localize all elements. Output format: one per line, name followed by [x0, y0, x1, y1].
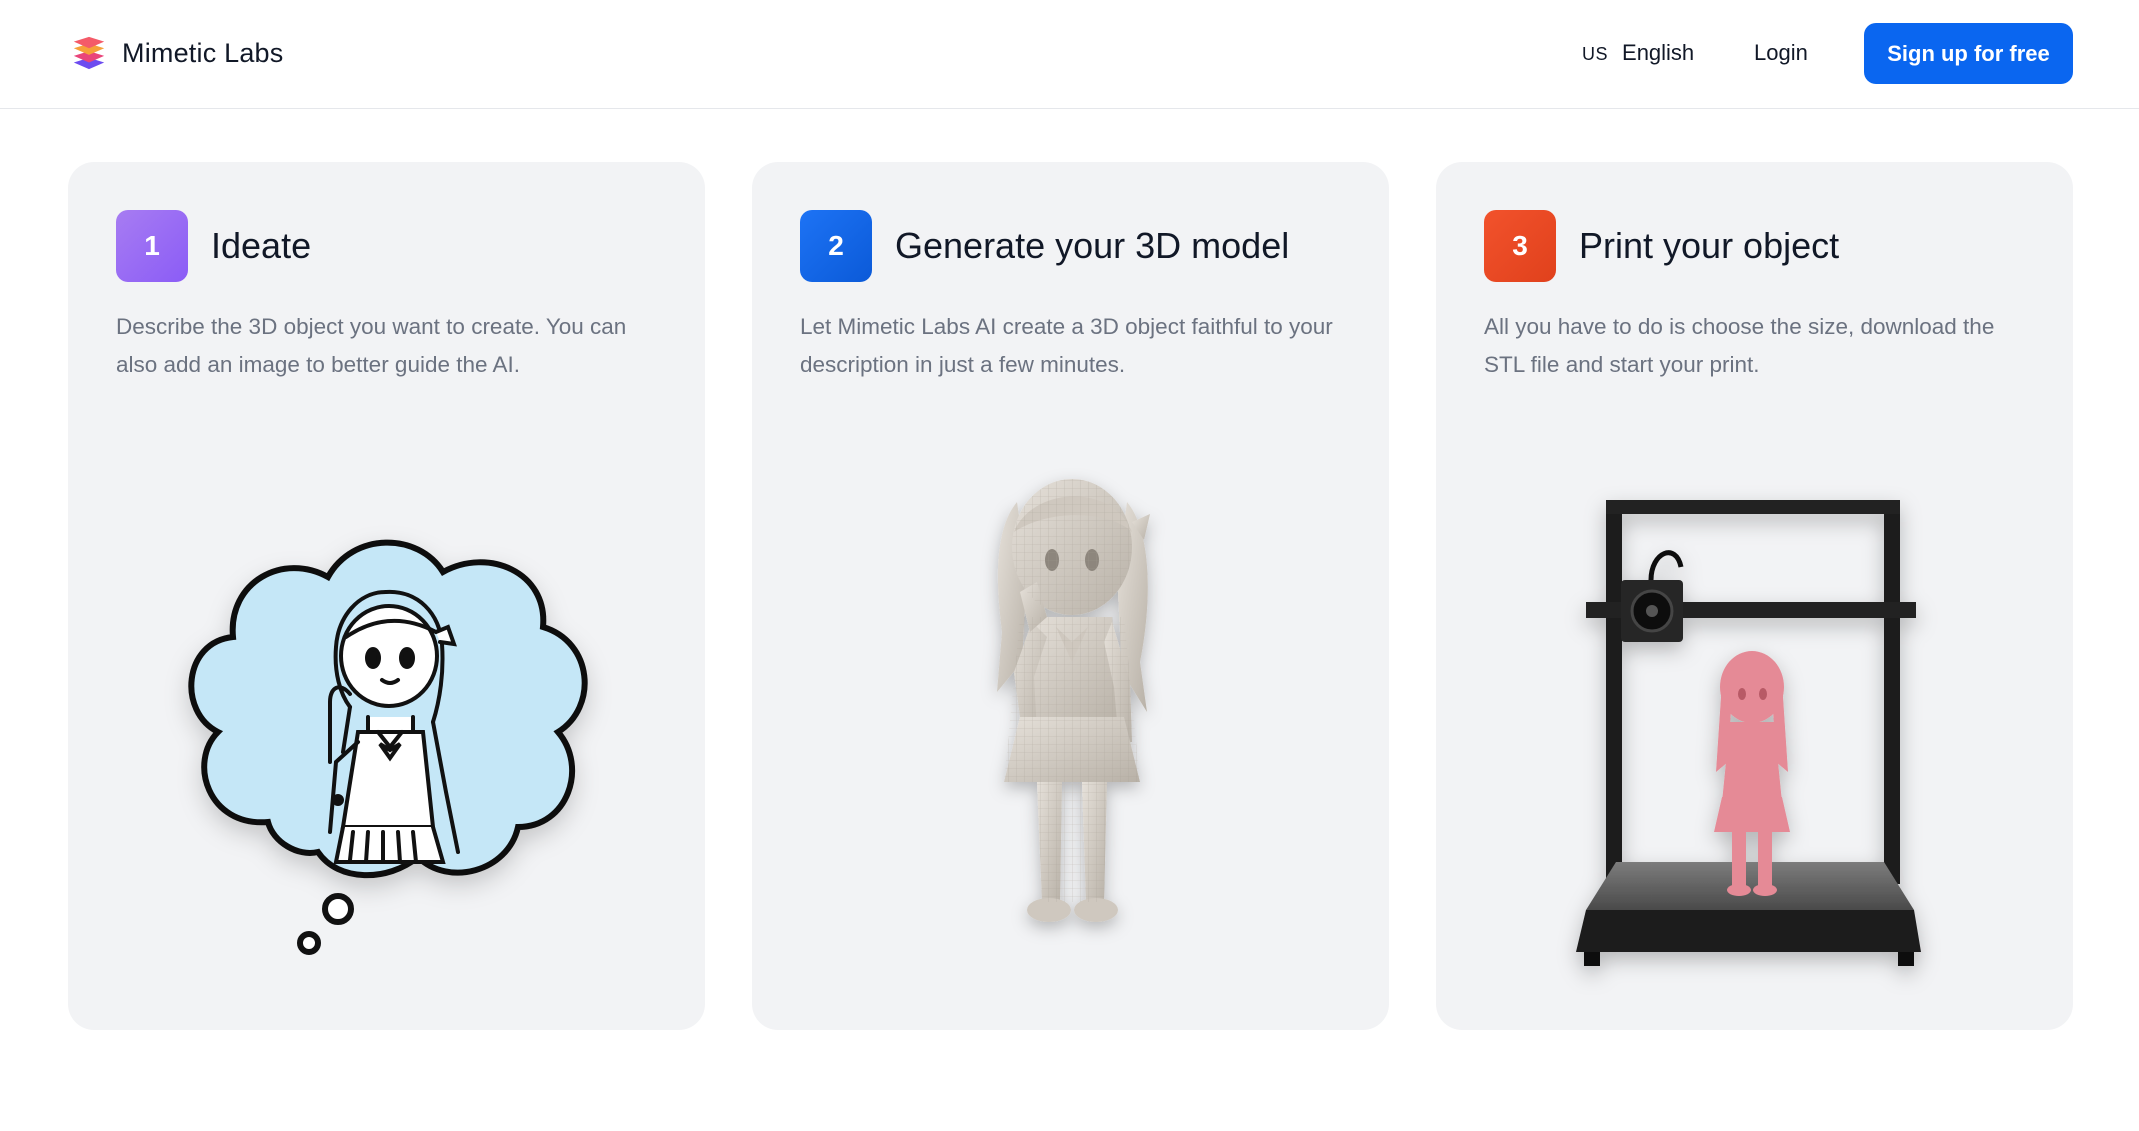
step-description: Let Mimetic Labs AI create a 3D object f… — [800, 314, 1333, 377]
signup-button[interactable]: Sign up for free — [1864, 23, 2073, 84]
step-description: All you have to do is choose the size, d… — [1484, 314, 1995, 377]
step-title: Ideate — [211, 225, 312, 266]
step-title: Generate your 3D model — [895, 225, 1290, 266]
login-link[interactable]: Login — [1754, 40, 1808, 66]
flag-icon: US — [1582, 44, 1609, 64]
thought-bubble-sketch-icon — [68, 432, 705, 1002]
brand-name: Mimetic Labs — [122, 37, 284, 68]
step-card-generate: 2 Generate your 3D model Let Mimetic Lab… — [752, 162, 1389, 1030]
3d-printer-icon — [1436, 432, 2073, 1002]
step-description: Describe the 3D object you want to creat… — [116, 314, 627, 377]
language-selector[interactable]: US English — [1582, 40, 1694, 66]
layers-logo-icon — [70, 34, 108, 72]
language-label: English — [1622, 40, 1695, 65]
step-card-ideate: 1 Ideate Describe the 3D object you want… — [68, 162, 705, 1030]
brand-link[interactable]: Mimetic Labs — [70, 34, 283, 72]
step-number-badge: 3 — [1484, 210, 1556, 282]
top-navbar: Mimetic Labs US English Login Sign up fo… — [0, 0, 2139, 109]
step-card-print: 3 Print your object All you have to do i… — [1436, 162, 2073, 1030]
step-title: Print your object — [1579, 225, 1840, 266]
step-number-badge: 2 — [800, 210, 872, 282]
step-number-badge: 1 — [116, 210, 188, 282]
3d-model-figure-icon — [752, 432, 1389, 1002]
